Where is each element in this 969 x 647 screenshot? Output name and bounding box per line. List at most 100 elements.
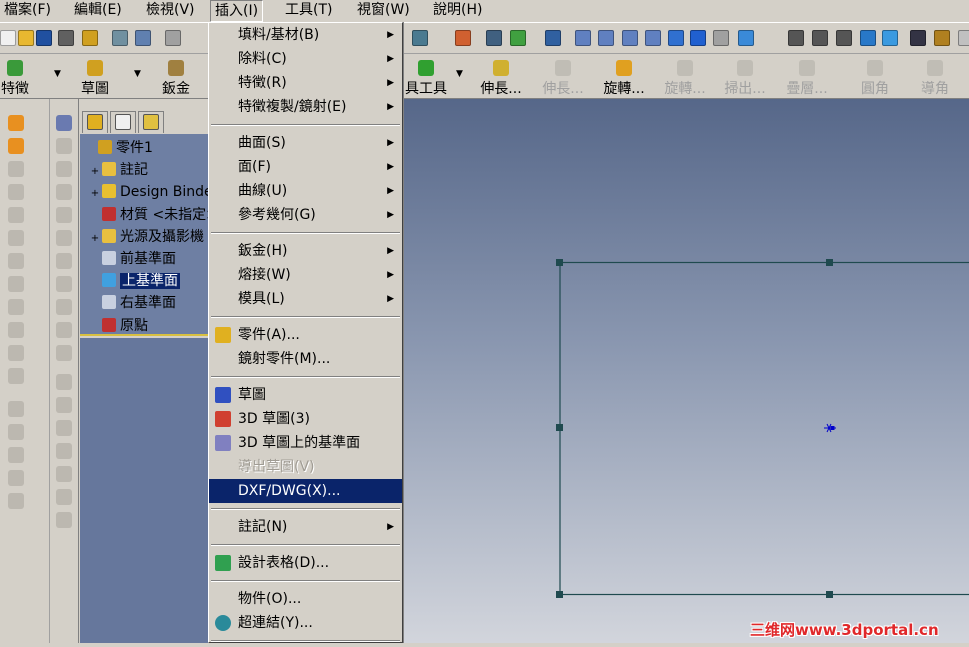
cm-button-8[interactable]: 掃出...	[720, 55, 770, 99]
menu-6[interactable]: 說明(H)	[429, 0, 486, 22]
tool-icon[interactable]	[56, 161, 72, 177]
menu-item[interactable]: 3D 草圖上的基準面	[209, 431, 402, 455]
menu-item[interactable]: 3D 草圖(3)	[209, 407, 402, 431]
tool-icon[interactable]	[8, 322, 24, 338]
rotate-icon[interactable]	[668, 30, 684, 46]
cm-button-9[interactable]: 疊層...	[782, 55, 832, 99]
tool-icon[interactable]	[56, 230, 72, 246]
menu-item[interactable]: 註記(N) ▶	[209, 515, 402, 539]
sketch-rectangle[interactable]	[559, 261, 969, 596]
tool-icon[interactable]	[56, 299, 72, 315]
menu-item[interactable]: 鈑金(H) ▶	[209, 239, 402, 263]
display-icon[interactable]	[455, 30, 471, 46]
view-orient-icon[interactable]	[713, 30, 729, 46]
feature-manager-tab[interactable]	[82, 111, 108, 133]
cm-button-11[interactable]: 導角	[914, 55, 956, 99]
menu-item[interactable]: 熔接(W) ▶	[209, 263, 402, 287]
tool-icon[interactable]	[8, 138, 24, 154]
tool-icon[interactable]	[56, 115, 72, 131]
menu-5[interactable]: 視窗(W)	[353, 0, 414, 22]
tool-icon[interactable]	[56, 489, 72, 505]
menu-item[interactable]: DXF/DWG(X)...	[209, 479, 402, 503]
tool-icon[interactable]	[56, 322, 72, 338]
menu-0[interactable]: 檔案(F)	[0, 0, 55, 22]
menu-item[interactable]: 設計表格(D)...	[209, 551, 402, 575]
menu-item[interactable]: 曲線(U) ▶	[209, 179, 402, 203]
expand-icon[interactable]: +	[88, 183, 102, 205]
property-manager-tab[interactable]	[110, 111, 136, 133]
measure-icon[interactable]	[486, 30, 502, 46]
print-icon[interactable]	[112, 30, 128, 46]
menu-item[interactable]: 超連結(Y)...	[209, 611, 402, 635]
hidden-lines-visible-icon[interactable]	[812, 30, 828, 46]
cm-button-1[interactable]: 草圖	[78, 55, 112, 99]
configuration-manager-tab[interactable]	[138, 111, 164, 133]
pan-icon[interactable]	[690, 30, 706, 46]
tool-icon[interactable]	[8, 115, 24, 131]
menu-item[interactable]: 鏡射零件(M)...	[209, 347, 402, 371]
tool-icon[interactable]	[8, 493, 24, 509]
tool-icon[interactable]	[56, 345, 72, 361]
standard-views-icon[interactable]	[738, 30, 754, 46]
tool-icon[interactable]	[56, 207, 72, 223]
cm-button-2[interactable]: 鈑金	[158, 55, 194, 99]
cm-button-10[interactable]: 圓角	[854, 55, 896, 99]
tree-node[interactable]: + Design Binder	[88, 181, 218, 203]
shadows-icon[interactable]	[910, 30, 926, 46]
tool-icon[interactable]	[56, 184, 72, 200]
expand-icon[interactable]: +	[88, 161, 102, 183]
rebuild-icon[interactable]	[82, 30, 98, 46]
undo-icon[interactable]	[165, 30, 181, 46]
tool-icon[interactable]	[56, 512, 72, 528]
cm-button-6[interactable]: 旋轉...	[598, 55, 650, 99]
tool-icon[interactable]	[56, 466, 72, 482]
tool-icon[interactable]	[56, 276, 72, 292]
properties-icon[interactable]	[510, 30, 526, 46]
menu-item[interactable]: 模具(L) ▶	[209, 287, 402, 311]
chevron-down-icon[interactable]: ▼	[54, 69, 61, 79]
chevron-down-icon[interactable]: ▼	[134, 69, 141, 79]
tree-node[interactable]: 材質 <未指定>	[88, 204, 218, 226]
menu-item[interactable]: 填料/基材(B) ▶	[209, 23, 402, 47]
realview-icon[interactable]	[958, 30, 969, 46]
tool-icon[interactable]	[8, 401, 24, 417]
section-view-icon[interactable]	[934, 30, 950, 46]
tree-node[interactable]: 零件1	[84, 137, 153, 159]
menu-item[interactable]: 除料(C) ▶	[209, 47, 402, 71]
tool-icon[interactable]	[56, 374, 72, 390]
zoom-selection-icon[interactable]	[645, 30, 661, 46]
tool-icon[interactable]	[56, 397, 72, 413]
open-icon[interactable]	[18, 30, 34, 46]
expand-icon[interactable]: +	[88, 228, 102, 250]
menu-item[interactable]: 零件(A)...	[209, 323, 402, 347]
tool-icon[interactable]	[8, 470, 24, 486]
tree-node[interactable]: 右基準面	[88, 292, 176, 314]
menu-item[interactable]: 面(F) ▶	[209, 155, 402, 179]
shaded-edges-icon[interactable]	[860, 30, 876, 46]
shaded-icon[interactable]	[882, 30, 898, 46]
new-icon[interactable]	[0, 30, 16, 46]
menu-item[interactable]: 特徵(R) ▶	[209, 71, 402, 95]
tool-icon[interactable]	[56, 443, 72, 459]
menu-item[interactable]: 草圖	[209, 383, 402, 407]
save-icon[interactable]	[36, 30, 52, 46]
zoom-to-fit-icon[interactable]	[575, 30, 591, 46]
cm-button-7[interactable]: 旋轉...	[660, 55, 710, 99]
cm-button-5[interactable]: 伸長...	[538, 55, 588, 99]
tool-icon[interactable]	[8, 230, 24, 246]
tool-icon[interactable]	[8, 207, 24, 223]
feature-manager-tree[interactable]: 零件1 + 註記 + Design Binder 材質 <未指定> + 光源及攝影機 前基準面上…	[80, 108, 220, 336]
tree-node[interactable]: 上基準面	[88, 270, 180, 292]
tool-icon[interactable]	[56, 420, 72, 436]
hidden-lines-removed-icon[interactable]	[836, 30, 852, 46]
menu-item[interactable]: 特徵複製/鏡射(E) ▶	[209, 95, 402, 119]
sketch-points[interactable]	[556, 259, 833, 598]
tool-icon[interactable]	[8, 368, 24, 384]
tree-node[interactable]: 原點	[88, 315, 148, 337]
tool-icon[interactable]	[8, 276, 24, 292]
zoom-area-icon[interactable]	[598, 30, 614, 46]
preview-icon[interactable]	[135, 30, 151, 46]
tool-icon[interactable]	[8, 184, 24, 200]
tool-icon[interactable]	[8, 161, 24, 177]
menu-1[interactable]: 編輯(E)	[70, 0, 126, 22]
